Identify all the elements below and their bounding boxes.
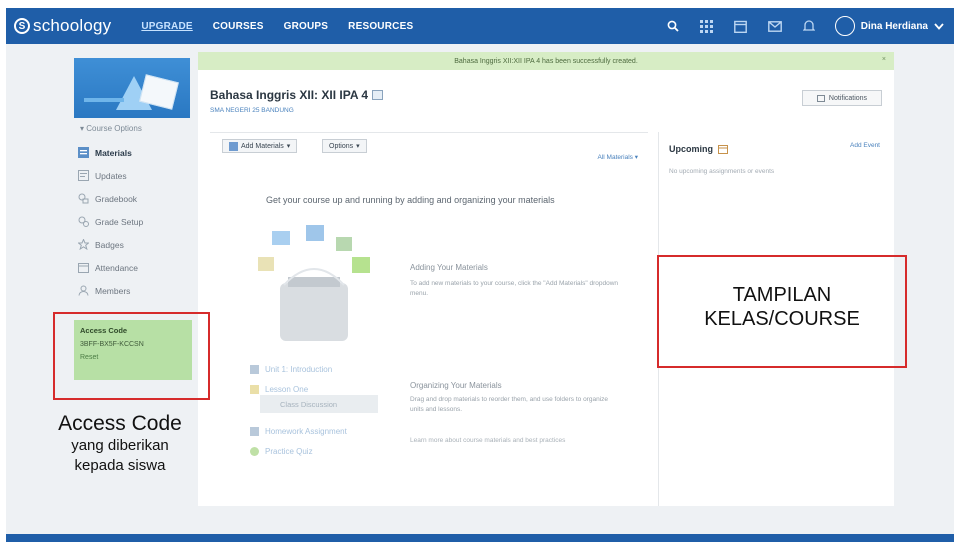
user-menu[interactable]: Dina Herdiana (834, 16, 944, 36)
course-view-caption: TAMPILAN KELAS/COURSE (657, 283, 907, 331)
badge-icon (78, 239, 89, 250)
grade-setup-icon (78, 216, 89, 227)
notifications-label: Notifications (828, 94, 868, 102)
assignment-icon (250, 426, 259, 436)
access-caption-line1: Access Code (58, 412, 182, 435)
members-icon (78, 285, 89, 296)
course-caption-line2: KELAS/COURSE (704, 308, 860, 330)
success-banner: Bahasa Inggris XII:XII IPA 4 has been su… (198, 52, 894, 70)
user-name: Dina Herdiana (860, 20, 928, 32)
upcoming-title: Upcoming (669, 144, 728, 154)
notifications-bell-icon[interactable] (801, 19, 817, 33)
sidebar-item-badges[interactable]: Badges (74, 233, 194, 256)
sidebar-item-label: Materials (95, 147, 132, 158)
learn-more-link[interactable]: Learn more about course materials and be… (410, 437, 565, 444)
nav-courses[interactable]: COURSES (213, 21, 264, 32)
course-image-stripe (84, 98, 124, 102)
course-title-text: Bahasa Inggris XII: XII IPA 4 (210, 88, 369, 102)
nav-upgrade[interactable]: UPGRADE (141, 21, 192, 32)
messages-icon[interactable] (767, 19, 783, 33)
notifications-icon (816, 94, 825, 102)
nav-groups[interactable]: GROUPS (284, 21, 329, 32)
add-materials-button[interactable]: Add Materials ▾ (222, 139, 298, 153)
materials-icon (78, 147, 89, 158)
gradebook-icon (78, 193, 89, 204)
options-label: Options (329, 142, 354, 150)
list-item: Homework Assignment (250, 421, 347, 441)
logo-text: schoology (33, 16, 112, 35)
options-button[interactable]: Options ▾ (322, 139, 367, 153)
sidebar-item-attendance[interactable]: Attendance (74, 256, 194, 279)
chevron-down-icon (934, 22, 944, 30)
sidebar-item-label: Updates (95, 170, 127, 181)
close-icon[interactable]: × (882, 56, 886, 63)
adding-materials-title: Adding Your Materials (410, 263, 488, 272)
sidebar-item-materials[interactable]: Materials (74, 141, 194, 164)
bottom-bar (6, 534, 954, 542)
materials-column: Add Materials ▾ Options ▾ All Materials … (210, 132, 648, 502)
access-code-highlight (53, 312, 210, 400)
access-code-caption: Access Code yang diberikan kepada siswa (30, 412, 210, 475)
calendar-icon (718, 145, 728, 154)
sidebar-item-label: Members (95, 285, 131, 296)
list-item: Practice Quiz (250, 441, 347, 461)
calendar-icon[interactable] (733, 19, 749, 33)
organizing-materials-text: Drag and drop materials to reorder them,… (410, 396, 608, 413)
access-caption-line3: kepada siswa (74, 456, 166, 474)
adding-materials-text: To add new materials to your course, cli… (410, 280, 619, 297)
avatar (834, 16, 855, 36)
course-profile-image[interactable] (74, 58, 190, 118)
materials-illustration (258, 225, 370, 341)
folder-icon (250, 384, 259, 394)
success-message: Bahasa Inggris XII:XII IPA 4 has been su… (454, 57, 638, 65)
apps-grid-icon[interactable] (699, 19, 715, 33)
sidebar-item-members[interactable]: Members (74, 279, 194, 302)
sidebar-item-label: Attendance (95, 262, 139, 273)
add-materials-icon (229, 141, 238, 151)
sidebar-item-gradebook[interactable]: Gradebook (74, 187, 194, 210)
notifications-button[interactable]: Notifications (802, 90, 882, 106)
attendance-icon (78, 262, 89, 273)
course-caption-line1: TAMPILAN (732, 284, 832, 306)
all-materials-filter[interactable]: All Materials ▾ (598, 153, 638, 161)
empty-state-heading: Get your course up and running by adding… (266, 195, 555, 205)
quiz-icon (250, 446, 259, 456)
schoology-logo[interactable]: S schoology (14, 16, 111, 36)
sidebar-item-label: Grade Setup (95, 216, 144, 227)
chevron-down-icon: ▾ (356, 143, 360, 150)
sidebar-item-updates[interactable]: Updates (74, 164, 194, 187)
page-title: Bahasa Inggris XII: XII IPA 4 (210, 88, 384, 102)
folder-icon (250, 364, 259, 374)
chevron-down-icon: ▾ (286, 143, 291, 150)
sidebar-item-label: Badges (95, 239, 124, 250)
nav-resources[interactable]: RESOURCES (348, 21, 413, 32)
screenshot: S schoology UPGRADE COURSES GROUPS RESOU… (0, 0, 954, 542)
top-nav-bar: S schoology UPGRADE COURSES GROUPS RESOU… (6, 8, 954, 44)
dragging-item: Class Discussion (260, 395, 378, 413)
updates-icon (78, 170, 89, 181)
course-options-toggle[interactable]: ▾ Course Options (80, 124, 194, 133)
list-item: Unit 1: Introduction (250, 359, 347, 379)
course-info-icon[interactable] (372, 90, 384, 100)
add-event-link[interactable]: Add Event (850, 142, 880, 149)
sidebar-item-label: Gradebook (95, 193, 138, 204)
sidebar-item-grade-setup[interactable]: Grade Setup (74, 210, 194, 233)
nav-right-group: Dina Herdiana (665, 16, 944, 36)
organizing-materials-title: Organizing Your Materials (410, 381, 502, 390)
access-caption-line2: yang diberikan (71, 437, 169, 455)
school-link[interactable]: SMA NEGERI 25 BANDUNG (210, 107, 294, 114)
upcoming-empty-text: No upcoming assignments or events (669, 168, 775, 175)
search-icon[interactable] (665, 19, 681, 33)
schoology-logo-icon: S (14, 18, 30, 34)
add-materials-label: Add Materials (241, 142, 284, 150)
